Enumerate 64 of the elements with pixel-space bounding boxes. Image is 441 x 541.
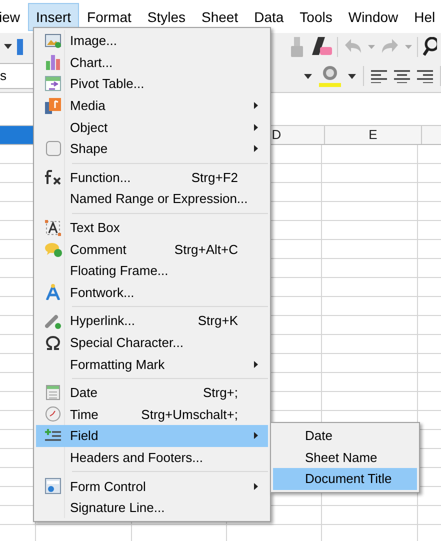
menu-item[interactable]: Floating Frame...: [36, 260, 268, 282]
menu-bar-item[interactable]: Styles: [139, 2, 194, 30]
menu-item[interactable]: Pivot Table...: [36, 73, 268, 95]
align-center-icon[interactable]: [394, 70, 410, 82]
caret-icon[interactable]: [348, 74, 356, 78]
square-icon: [46, 141, 60, 156]
submenu-arrow-icon: [254, 102, 258, 110]
comment-icon: [44, 242, 62, 257]
menu-bar-item[interactable]: Insert: [28, 2, 80, 30]
caret-icon[interactable]: [304, 74, 312, 78]
menu-item[interactable]: Comment Strg+Alt+C: [36, 238, 268, 260]
menu-item[interactable]: Document Title: [273, 468, 417, 490]
calendar-icon: [46, 385, 60, 400]
font-name-field[interactable]: s: [0, 63, 35, 89]
menu-item[interactable]: Function... Strg+F2: [36, 166, 268, 188]
clock-icon: [45, 406, 61, 422]
menu-item[interactable]: Sheet Name: [273, 446, 417, 468]
menu-item[interactable]: Date Strg+;: [36, 382, 268, 404]
omega-icon: [46, 336, 60, 350]
menu-item[interactable]: Image...: [36, 30, 268, 52]
eraser-icon[interactable]: [310, 36, 332, 56]
column-header[interactable]: E: [325, 126, 422, 144]
menu-bar-item[interactable]: Hel: [406, 2, 441, 30]
caret-icon[interactable]: [4, 44, 12, 49]
menu-item[interactable]: Chart...: [36, 52, 268, 74]
menu-item[interactable]: Time Strg+Umschalt+;: [36, 404, 268, 426]
menu-item[interactable]: Special Character...: [36, 332, 268, 354]
submenu-arrow-icon: [254, 482, 258, 490]
text-box-icon: [45, 220, 61, 236]
highlighting-icon[interactable]: [319, 64, 341, 88]
menu-item[interactable]: Text Box: [36, 216, 268, 238]
bar-chart-icon: [45, 54, 61, 70]
menu-bar-item[interactable]: Format: [79, 2, 140, 30]
submenu-arrow-icon: [254, 360, 258, 368]
field-icon: [45, 428, 61, 443]
chain-link-icon: [45, 312, 61, 329]
menu-item[interactable]: Field: [36, 425, 268, 447]
toolbar-icon[interactable]: [17, 38, 23, 54]
submenu-arrow-icon: [254, 432, 258, 440]
menu-bar-item[interactable]: Window: [340, 2, 406, 30]
menu-item[interactable]: Media: [36, 94, 268, 116]
menu-bar-item[interactable]: Sheet: [194, 2, 246, 30]
form-control-icon: [45, 478, 61, 494]
submenu-arrow-icon: [254, 145, 258, 152]
find-replace-icon[interactable]: [423, 36, 437, 56]
menu-item[interactable]: Hyperlink... Strg+K: [36, 310, 268, 332]
media-icon: [45, 98, 61, 114]
fontwork-icon: [46, 284, 60, 300]
menu-item[interactable]: Form Control: [36, 475, 268, 497]
align-left-icon[interactable]: [371, 70, 387, 82]
image-icon: [45, 34, 61, 48]
menu-bar-item[interactable]: iew: [0, 2, 28, 30]
menu-item[interactable]: Formatting Mark: [36, 353, 268, 375]
menu-item[interactable]: Headers and Footers...: [36, 446, 268, 468]
menu-bar-item[interactable]: Data: [246, 2, 292, 30]
menu-item[interactable]: Fontwork...: [36, 282, 268, 304]
menu-item[interactable]: Named Range or Expression...: [36, 188, 268, 210]
table-arrows-icon: [45, 76, 61, 92]
function-icon: [44, 170, 62, 185]
align-right-icon[interactable]: [417, 70, 433, 82]
menu-item[interactable]: Signature Line...: [36, 496, 268, 518]
submenu-arrow-icon: [254, 124, 258, 131]
menu-bar-item[interactable]: Tools: [292, 2, 340, 30]
menu-item[interactable]: Date: [273, 425, 417, 447]
